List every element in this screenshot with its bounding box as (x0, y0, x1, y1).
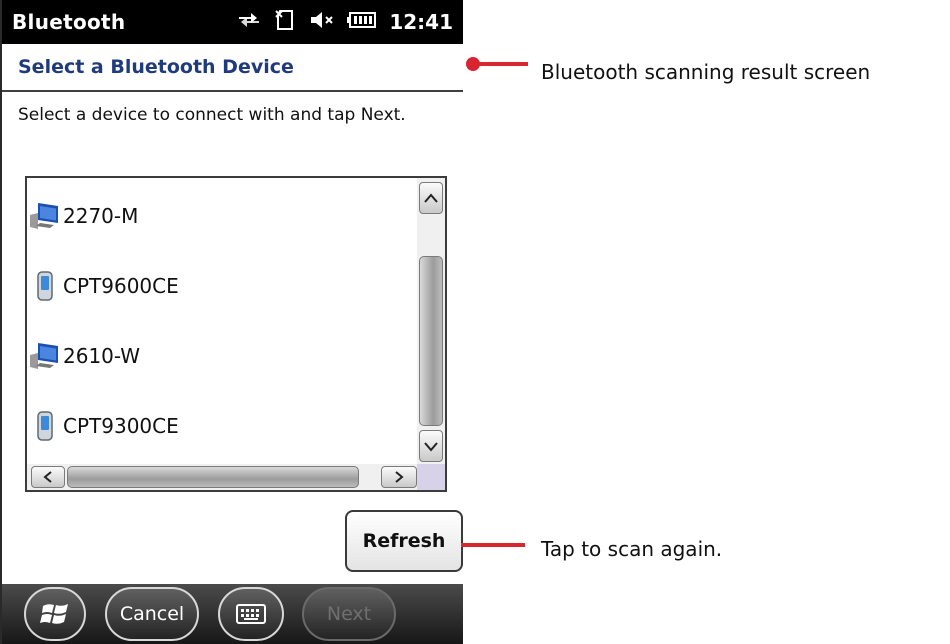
device-screen: Bluetooth 12:41 Select a Bluetooth Devic… (0, 0, 463, 644)
callout-line (476, 62, 528, 66)
scroll-left-button[interactable] (31, 466, 65, 488)
status-icons: 12:41 (237, 8, 453, 36)
speaker-muted-icon[interactable] (309, 9, 335, 35)
refresh-button[interactable]: Refresh (345, 510, 463, 572)
start-button[interactable] (24, 587, 86, 641)
device-list[interactable]: 2270-M CPT9600CE 2610-W CPT9300CE (25, 176, 447, 492)
computer-icon (27, 339, 63, 373)
device-name: CPT9600CE (63, 274, 179, 298)
handheld-device-icon (27, 269, 63, 303)
battery-icon[interactable] (347, 11, 377, 33)
vertical-scrollbar[interactable] (417, 178, 445, 466)
device-name: 2270-M (63, 204, 139, 228)
horizontal-scroll-thumb[interactable] (67, 466, 359, 488)
instruction-text: Select a device to connect with and tap … (18, 105, 406, 125)
list-item[interactable]: CPT9600CE (27, 266, 179, 306)
cancel-button[interactable]: Cancel (105, 587, 199, 641)
clock: 12:41 (389, 10, 453, 34)
list-item[interactable]: 2610-W (27, 336, 140, 376)
callout-screen-label: Bluetooth scanning result screen (541, 60, 871, 84)
computer-icon (27, 199, 63, 233)
scroll-up-button[interactable] (419, 182, 443, 214)
title-bar: Select a Bluetooth Device (2, 44, 463, 92)
connectivity-icon[interactable] (237, 9, 261, 35)
list-item[interactable]: 2270-M (27, 196, 138, 236)
horizontal-scrollbar[interactable] (27, 464, 419, 490)
page-title: Select a Bluetooth Device (18, 56, 294, 78)
sim-icon[interactable] (273, 8, 297, 36)
callout-line (461, 543, 525, 547)
chevron-down-icon (424, 442, 438, 452)
scrollbar-corner (417, 464, 445, 490)
chevron-left-icon (43, 471, 52, 483)
keyboard-icon (236, 604, 266, 624)
next-button[interactable]: Next (302, 587, 396, 641)
handheld-device-icon (27, 409, 63, 443)
scroll-right-button[interactable] (381, 466, 417, 488)
callout-refresh-label: Tap to scan again. (541, 537, 723, 561)
chevron-up-icon (424, 193, 438, 203)
scroll-down-button[interactable] (419, 430, 443, 462)
list-item[interactable]: CPT9300CE (27, 406, 179, 446)
app-title: Bluetooth (12, 10, 126, 34)
device-name: CPT9300CE (63, 414, 179, 438)
keyboard-button[interactable] (218, 587, 284, 641)
status-bar: Bluetooth 12:41 (2, 0, 463, 44)
taskbar: Cancel Next (2, 584, 463, 644)
scroll-thumb[interactable] (419, 256, 443, 426)
windows-logo-icon (40, 604, 68, 624)
device-name: 2610-W (63, 344, 141, 368)
chevron-right-icon (395, 471, 404, 483)
